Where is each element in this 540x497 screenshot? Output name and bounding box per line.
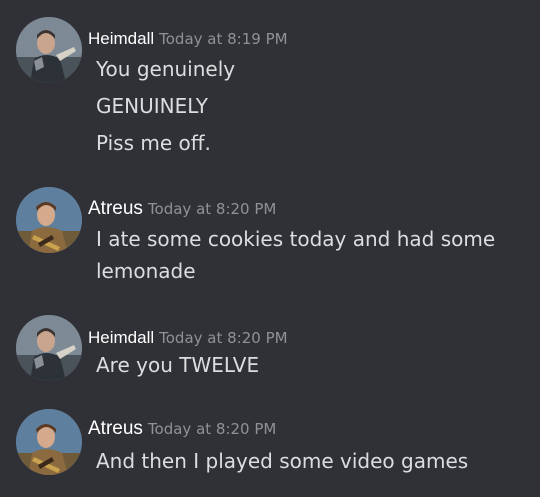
message-text: GENUINELY <box>96 94 208 118</box>
message-header: Heimdall Today at 8:20 PM <box>88 328 288 348</box>
message-text: I ate some cookies today and had some <box>96 227 496 251</box>
message-text: And then I played some video games <box>96 449 469 473</box>
message-header: Heimdall Today at 8:19 PM <box>88 29 288 49</box>
timestamp: Today at 8:20 PM <box>147 420 277 438</box>
message-header: Atreus Today at 8:20 PM <box>88 418 276 440</box>
message-text: Are you TWELVE <box>96 353 260 377</box>
message-text: Piss me off. <box>96 131 211 155</box>
atreus-avatar[interactable] <box>16 187 82 253</box>
chat-messages: Heimdall Today at 8:19 PM You genuinely … <box>0 0 540 497</box>
username[interactable]: Heimdall <box>88 29 154 49</box>
message-header: Atreus Today at 8:20 PM <box>88 198 276 220</box>
atreus-avatar[interactable] <box>16 409 82 475</box>
timestamp: Today at 8:19 PM <box>159 30 288 48</box>
username[interactable]: Heimdall <box>88 328 154 348</box>
message-text: You genuinely <box>96 57 236 81</box>
username[interactable]: Atreus <box>88 418 143 440</box>
username[interactable]: Atreus <box>88 198 143 220</box>
timestamp: Today at 8:20 PM <box>147 200 277 218</box>
heimdall-avatar[interactable] <box>16 17 82 83</box>
heimdall-avatar[interactable] <box>16 315 82 381</box>
message-text: lemonade <box>96 259 196 283</box>
timestamp: Today at 8:20 PM <box>159 329 288 347</box>
